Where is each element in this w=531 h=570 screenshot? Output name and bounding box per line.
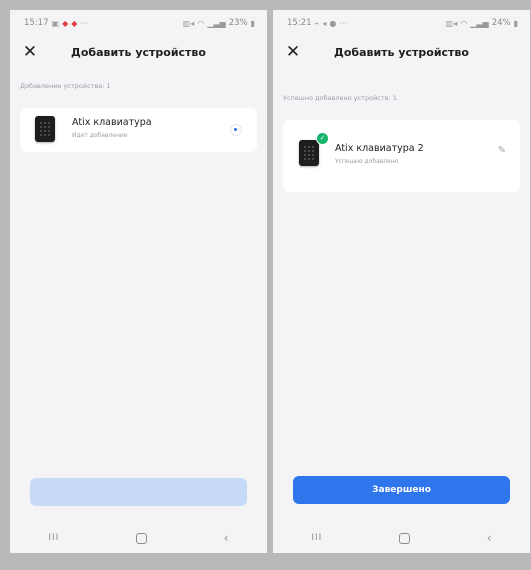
phone-screen-added: 15:21 ⌁ ◂ ● ··· ▥◂ ◠ ▁▃▅ 24% ▮ ✕ Добавит…: [273, 10, 530, 553]
status-time: 15:17: [24, 18, 49, 28]
phone-screen-adding: 15:17 ▣ ◆ ◆ ··· ▥◂ ◠ ▁▃▅ 23% ▮ ✕ Добавит…: [10, 10, 267, 553]
section-label: Успешно добавлено устройств: 1: [283, 94, 397, 102]
device-status: Успешно добавлено: [335, 158, 399, 165]
signal-icon: ▁▃▅: [470, 18, 489, 28]
back-icon[interactable]: ‹: [224, 531, 229, 545]
back-icon[interactable]: ‹: [487, 531, 492, 545]
notification-icon: ◆: [62, 18, 69, 28]
wifi-icon: ◠: [197, 18, 205, 28]
section-label: Добавление устройства: 1: [20, 82, 111, 90]
home-icon[interactable]: [136, 532, 148, 544]
check-badge-icon: ✓: [316, 132, 329, 145]
shield-icon: ●: [329, 18, 337, 28]
status-bar: 15:21 ⌁ ◂ ● ··· ▥◂ ◠ ▁▃▅ 24% ▮: [273, 10, 530, 36]
close-icon[interactable]: ✕: [283, 42, 303, 62]
more-notifications-icon: ···: [80, 18, 89, 28]
header: ✕ Добавить устройство: [273, 40, 530, 64]
close-icon[interactable]: ✕: [20, 42, 40, 62]
page-title: Добавить устройство: [71, 45, 206, 59]
send-icon: ◂: [322, 18, 327, 28]
device-card[interactable]: ✓ Atix клавиатура 2 Успешно добавлено ✎: [283, 120, 520, 192]
gallery-icon: ▣: [51, 18, 60, 28]
device-name: Atix клавиатура: [72, 117, 152, 128]
battery-level: 23%: [228, 18, 248, 28]
keypad-device-icon: [299, 140, 319, 166]
signal-icon: ▁▃▅: [207, 18, 226, 28]
wifi-icon: ◠: [460, 18, 468, 28]
pencil-icon[interactable]: ✎: [498, 145, 506, 156]
keypad-device-icon: [35, 116, 55, 142]
recent-apps-icon[interactable]: III: [311, 533, 322, 543]
header: ✕ Добавить устройство: [10, 40, 267, 64]
battery-icon: ▮: [250, 18, 255, 28]
system-nav-bar: III ‹: [273, 523, 530, 553]
system-nav-bar: III ‹: [10, 523, 267, 553]
network-icon: ▥◂: [182, 18, 195, 28]
cast-icon: ⌁: [314, 18, 320, 28]
network-icon: ▥◂: [445, 18, 458, 28]
finish-button-disabled[interactable]: Завершено: [30, 478, 247, 506]
device-card[interactable]: Atix клавиатура Идет добавление: [20, 108, 257, 152]
device-name: Atix клавиатура 2: [335, 143, 424, 154]
battery-level: 24%: [491, 18, 511, 28]
notification-icon: ◆: [71, 18, 78, 28]
finish-button[interactable]: Завершено: [293, 476, 510, 504]
page-title: Добавить устройство: [334, 45, 469, 59]
recent-apps-icon[interactable]: III: [48, 533, 59, 543]
home-icon[interactable]: [399, 532, 411, 544]
more-notifications-icon: ···: [339, 18, 347, 28]
loading-spinner-icon: [230, 124, 242, 136]
battery-icon: ▮: [513, 18, 518, 28]
device-status: Идет добавление: [72, 132, 128, 139]
status-bar: 15:17 ▣ ◆ ◆ ··· ▥◂ ◠ ▁▃▅ 23% ▮: [10, 10, 267, 36]
status-time: 15:21: [287, 18, 312, 28]
